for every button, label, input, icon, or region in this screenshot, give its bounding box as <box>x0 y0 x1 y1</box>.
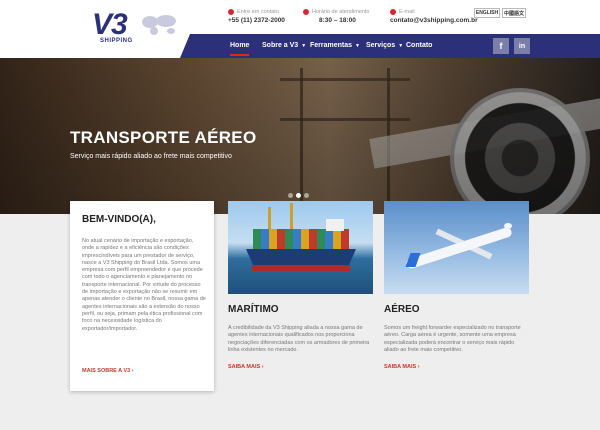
lang-chinese-button[interactable]: 中國語文 <box>502 8 526 18</box>
air-image <box>384 201 529 294</box>
nav-contato[interactable]: Contato <box>406 42 432 49</box>
contact-hours-label: Horário de atendimento <box>312 9 370 15</box>
world-map-icon <box>142 15 176 35</box>
clock-icon <box>303 9 309 15</box>
contact-phone-label: Entre em contato <box>237 9 279 15</box>
chevron-down-icon: ▼ <box>398 42 404 49</box>
contact-phone: Entre em contato +55 (11) 2372-2000 <box>228 8 285 25</box>
nav-ferramentas[interactable]: Ferramentas ▼ <box>310 42 360 49</box>
ship-hull-bottom <box>252 265 350 271</box>
slider-dots <box>288 193 309 198</box>
air-text: Somos um freight forwarder especializado… <box>384 325 521 353</box>
contact-email: E-mail contato@v3shipping.com.br <box>390 8 478 25</box>
nav-sobre-label: Sobre a V3 <box>262 42 299 49</box>
maritime-more-link[interactable]: SAIBA MAIS › <box>228 364 264 370</box>
nav-home[interactable]: Home <box>230 42 250 56</box>
chevron-down-icon: ▼ <box>355 42 360 49</box>
slider-dot-active[interactable] <box>296 193 301 198</box>
maritime-title: MARÍTIMO <box>228 304 279 315</box>
nav-servicos-label: Serviços <box>366 42 396 49</box>
chevron-down-icon: ▼ <box>301 42 307 49</box>
welcome-card: BEM-VINDO(A), No atual cenário de import… <box>70 201 214 391</box>
maritime-image <box>228 201 373 294</box>
hero-slider: TRANSPORTE AÉREO Serviço mais rápido ali… <box>0 58 600 214</box>
mail-icon <box>390 9 396 15</box>
nav-servicos[interactable]: Serviços ▼ <box>366 42 403 49</box>
nav-sobre[interactable]: Sobre a V3 ▼ <box>262 42 306 49</box>
site-header: V3 SHIPPING Entre em contato +55 (11) 23… <box>0 0 600 58</box>
lang-english-button[interactable]: ENGLISH <box>474 8 500 18</box>
contact-hours: Horário de atendimento 8:30 – 18:00 <box>303 8 369 25</box>
maritime-text: A credibilidade da V3 Shipping aliada a … <box>228 325 370 353</box>
contact-email-value[interactable]: contato@v3shipping.com.br <box>390 17 478 25</box>
main-nav: Home Sobre a V3 ▼ Ferramentas ▼ Serviços ▼ … <box>180 34 600 58</box>
ship-deckhouse <box>326 219 344 231</box>
plane-fuselage <box>405 226 513 270</box>
facebook-icon[interactable]: f <box>493 38 509 54</box>
air-title: AÉREO <box>384 304 420 315</box>
contact-phone-value[interactable]: +55 (11) 2372-2000 <box>228 17 285 25</box>
welcome-text: No atual cenário de importação e exporta… <box>82 238 206 332</box>
slider-dot[interactable] <box>288 193 293 198</box>
hero-subtitle: Serviço mais rápido aliado ao frete mais… <box>70 153 232 160</box>
nav-contato-label: Contato <box>406 42 433 49</box>
slider-dot[interactable] <box>304 193 309 198</box>
logo-wordmark: V3 <box>92 8 128 41</box>
nav-ferramentas-label: Ferramentas <box>310 42 353 49</box>
welcome-title: BEM-VINDO(A), <box>82 214 156 225</box>
contact-email-label: E-mail <box>399 9 415 15</box>
phone-icon <box>228 9 234 15</box>
v3-shipping-logo[interactable]: V3 SHIPPING <box>88 10 178 44</box>
linkedin-icon[interactable]: in <box>514 38 530 54</box>
more-about-link[interactable]: MAIS SOBRE A V3 › <box>82 368 134 374</box>
contact-hours-value: 8:30 – 18:00 <box>319 17 356 24</box>
ship-containers <box>253 229 349 249</box>
hero-title: TRANSPORTE AÉREO <box>70 128 257 147</box>
logo-subtitle: SHIPPING <box>100 38 133 44</box>
nav-home-label: Home <box>230 42 250 49</box>
plane-nose <box>504 223 512 229</box>
air-more-link[interactable]: SAIBA MAIS › <box>384 364 420 370</box>
